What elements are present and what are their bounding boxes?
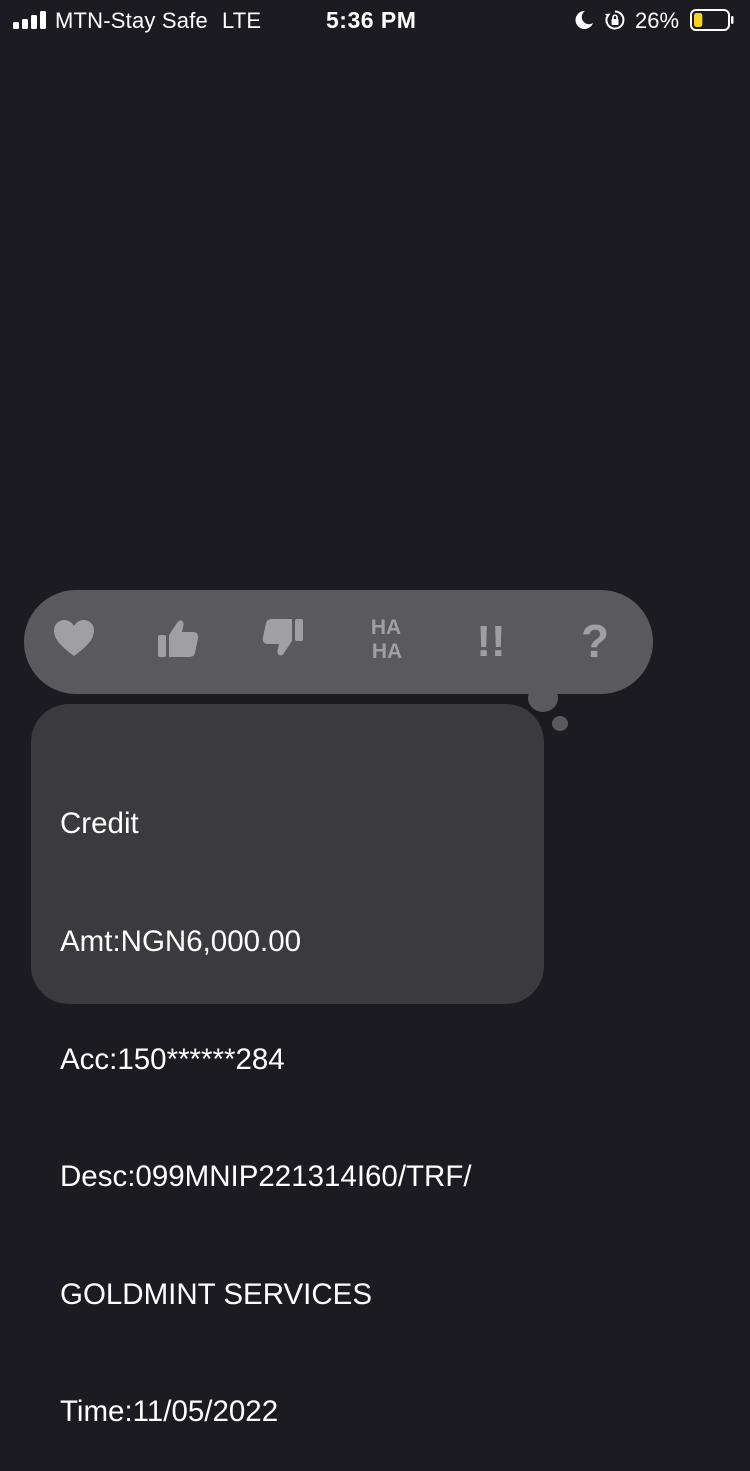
moon-icon: [575, 10, 593, 29]
orientation-lock-icon: [605, 10, 625, 30]
message-line: GOLDMINT SERVICES: [60, 1277, 373, 1311]
message-line: Amt:NGN6,000.00: [60, 925, 302, 959]
clock: 5:36 PM: [326, 7, 417, 33]
carrier-name: MTN-Stay Safe LTE: [55, 8, 261, 34]
message-line: Time:11/05/2022: [60, 1395, 279, 1429]
status-bar: MTN-Stay Safe LTE 5:36 PM 26%: [0, 0, 750, 42]
signal-bars-icon: [13, 11, 47, 29]
tapback-tail-large: [528, 684, 558, 712]
message-line: Desc:099MNIP221314I60/TRF/: [60, 1160, 472, 1194]
battery-percent: 26%: [635, 8, 680, 33]
thumbs-down-icon[interactable]: [253, 608, 313, 668]
message-line: Credit: [60, 807, 139, 841]
haha-bottom-text: HA: [372, 640, 402, 663]
battery-fill: [694, 13, 703, 27]
heart-icon[interactable]: [44, 608, 104, 668]
tapback-bar: HA HA !! ?: [24, 590, 653, 694]
message-text: Credit Amt:NGN6,000.00 Acc:150******284 …: [60, 726, 472, 1471]
haha-icon[interactable]: HA HA: [357, 608, 417, 668]
haha-top-text: HA: [371, 616, 401, 639]
tapback-tail-small: [552, 716, 568, 731]
exclamation-icon[interactable]: !!: [461, 608, 521, 668]
exclamation-text: !!: [476, 617, 505, 664]
carrier-label: MTN-Stay Safe: [55, 8, 208, 33]
question-icon[interactable]: ?: [565, 608, 625, 668]
thumbs-up-icon[interactable]: [148, 608, 208, 668]
network-type: LTE: [221, 8, 262, 33]
message-line: Acc:150******284: [60, 1042, 285, 1076]
battery-icon: [690, 9, 734, 31]
question-text: ?: [581, 615, 609, 664]
